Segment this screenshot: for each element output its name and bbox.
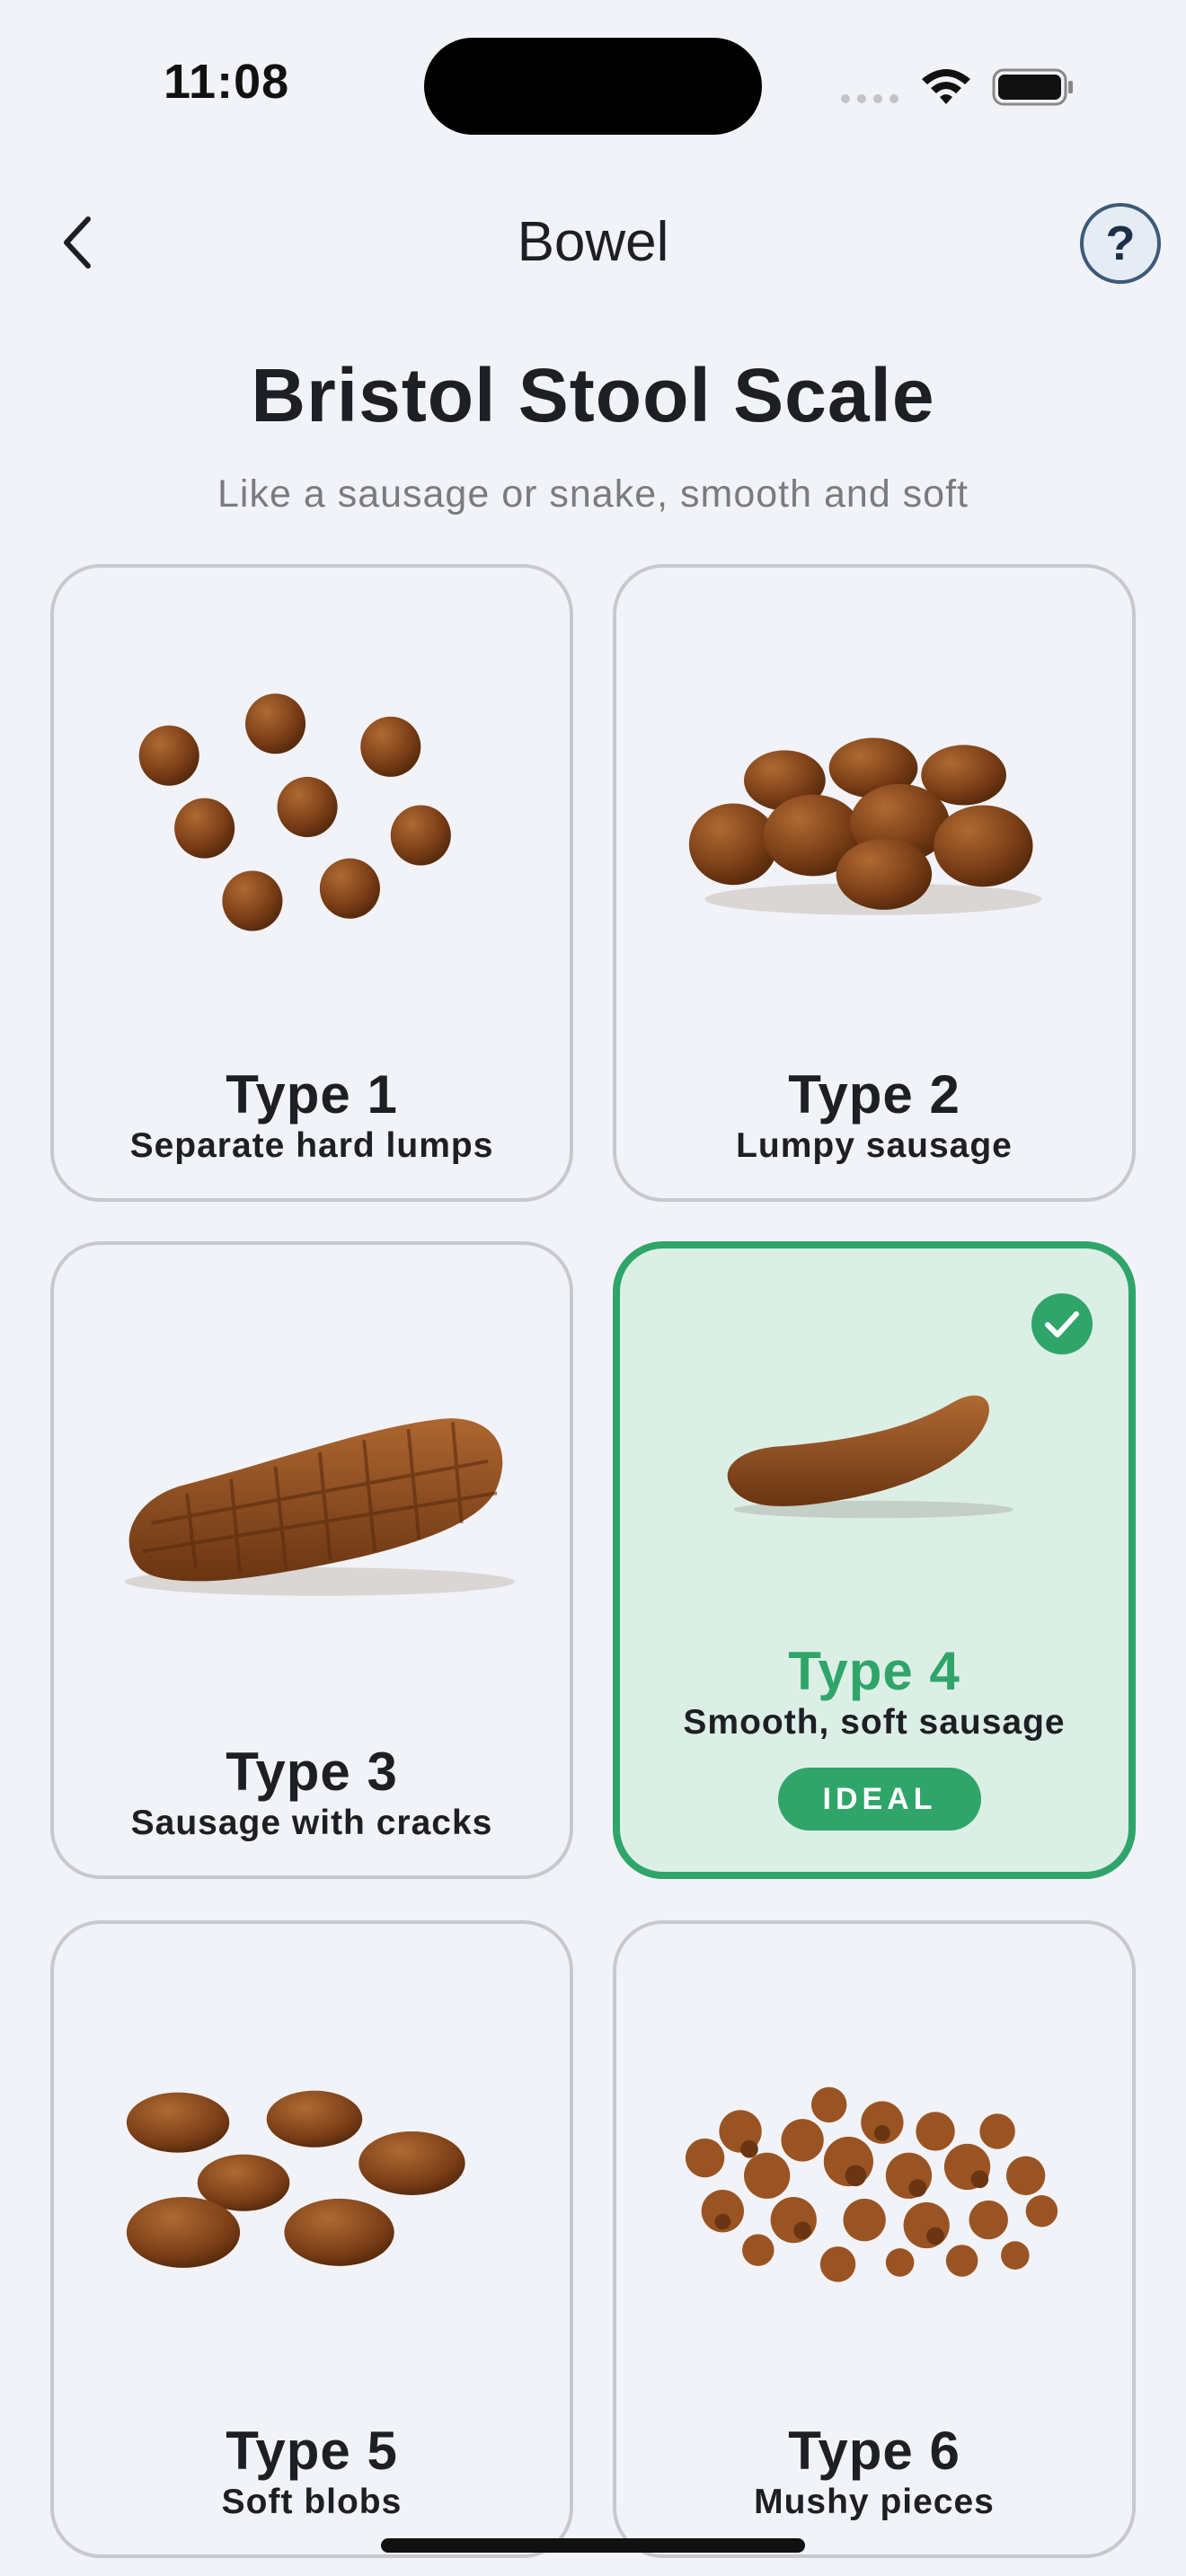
page-subtitle: Like a sausage or snake, smooth and soft — [217, 472, 969, 516]
help-button[interactable]: ? — [1080, 203, 1161, 284]
battery-icon — [992, 68, 1073, 106]
stool-type-5-illustration — [126, 2090, 465, 2268]
stool-type-4-illustration — [727, 1395, 1013, 1519]
stool-type-2-illustration — [688, 737, 1042, 915]
stool-type-6-illustration — [685, 2086, 1058, 2282]
status-bar: 11:08 — [0, 0, 1186, 171]
stool-type-card-1[interactable]: Type 1 Separate hard lumps — [50, 564, 573, 1202]
page-title: Bristol Stool Scale — [251, 353, 935, 437]
stool-type-card-5[interactable]: Type 5 Soft blobs — [50, 1920, 573, 2558]
home-indicator[interactable] — [381, 2538, 805, 2553]
card-type-label: Type 5 — [226, 2421, 398, 2481]
card-type-label: Type 1 — [226, 1064, 398, 1125]
dynamic-island — [424, 38, 762, 135]
card-type-label: Type 6 — [788, 2421, 960, 2481]
card-description: Mushy pieces — [754, 2483, 995, 2521]
card-type-label: Type 4 — [788, 1641, 960, 1701]
ideal-badge: IDEAL — [778, 1768, 981, 1831]
status-time: 11:08 — [164, 55, 290, 109]
stool-type-card-3[interactable]: Type 3 Sausage with cracks — [50, 1241, 573, 1879]
wifi-icon — [922, 69, 970, 104]
card-description: Lumpy sausage — [736, 1126, 1013, 1165]
card-description: Smooth, soft sausage — [683, 1703, 1066, 1742]
stool-type-3-illustration — [124, 1418, 515, 1596]
stool-type-card-2[interactable]: Type 2 Lumpy sausage — [613, 564, 1136, 1202]
card-description: Sausage with cracks — [130, 1804, 493, 1842]
card-type-label: Type 2 — [788, 1064, 960, 1125]
card-description: Soft blobs — [221, 2483, 403, 2521]
nav-title: Bowel — [517, 211, 669, 273]
card-description: Separate hard lumps — [129, 1126, 494, 1165]
stool-type-1-illustration — [138, 693, 451, 931]
stool-type-card-4[interactable]: Type 4 Smooth, soft sausage IDEAL — [613, 1241, 1136, 1879]
signal-dots-icon — [841, 94, 898, 103]
card-type-label: Type 3 — [226, 1742, 398, 1802]
stool-type-card-6[interactable]: Type 6 Mushy pieces — [613, 1920, 1136, 2558]
